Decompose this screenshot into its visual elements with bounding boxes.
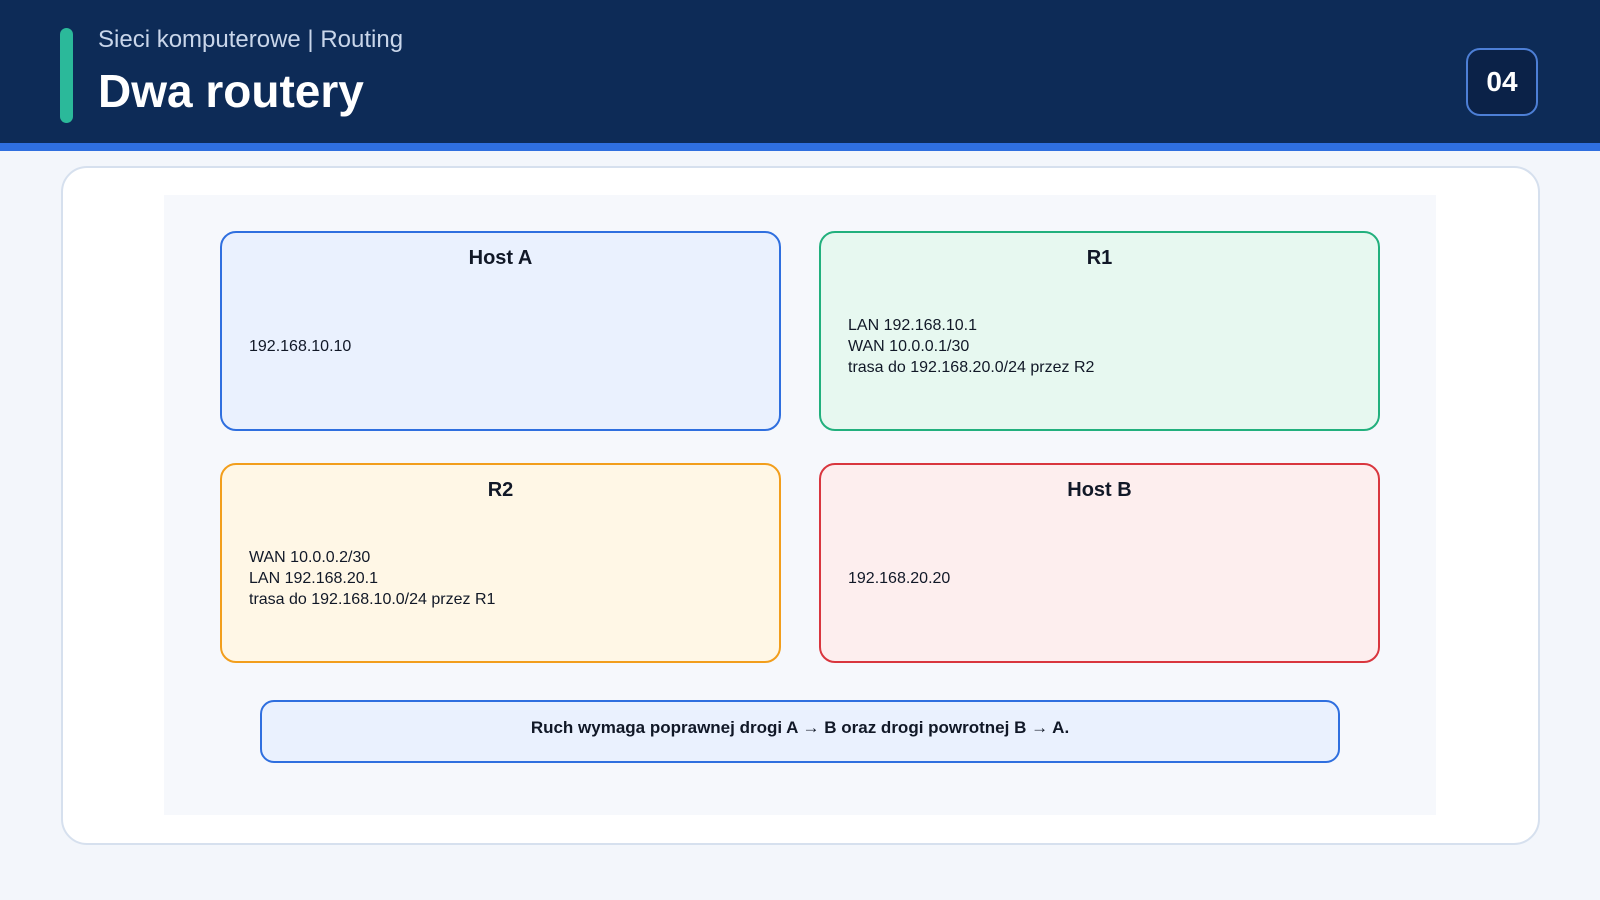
node-router-r1: R1 LAN 192.168.10.1 WAN 10.0.0.1/30 tras… (819, 231, 1380, 431)
slide-title: Dwa routery (98, 65, 364, 117)
node-router-r2: R2 WAN 10.0.0.2/30 LAN 192.168.20.1 tras… (220, 463, 781, 663)
routing-note: Ruch wymaga poprawnej drogi A → B oraz d… (260, 700, 1340, 763)
accent-bar (60, 28, 73, 123)
node-detail: LAN 192.168.20.1 (249, 569, 378, 587)
node-host-b: Host B 192.168.20.20 (819, 463, 1380, 663)
header-divider (0, 143, 1600, 151)
node-detail: WAN 10.0.0.2/30 (249, 548, 371, 566)
node-host-a: Host A 192.168.10.10 (220, 231, 781, 431)
node-detail: 192.168.20.20 (848, 569, 951, 587)
node-detail: LAN 192.168.10.1 (848, 316, 977, 334)
node-detail: trasa do 192.168.10.0/24 przez R1 (249, 590, 496, 608)
node-detail: WAN 10.0.0.1/30 (848, 337, 970, 355)
page-number-badge: 04 (1466, 48, 1538, 116)
node-detail: 192.168.10.10 (249, 337, 352, 355)
slide-subtitle: Sieci komputerowe | Routing (98, 26, 404, 53)
node-detail: trasa do 192.168.20.0/24 przez R2 (848, 358, 1095, 376)
